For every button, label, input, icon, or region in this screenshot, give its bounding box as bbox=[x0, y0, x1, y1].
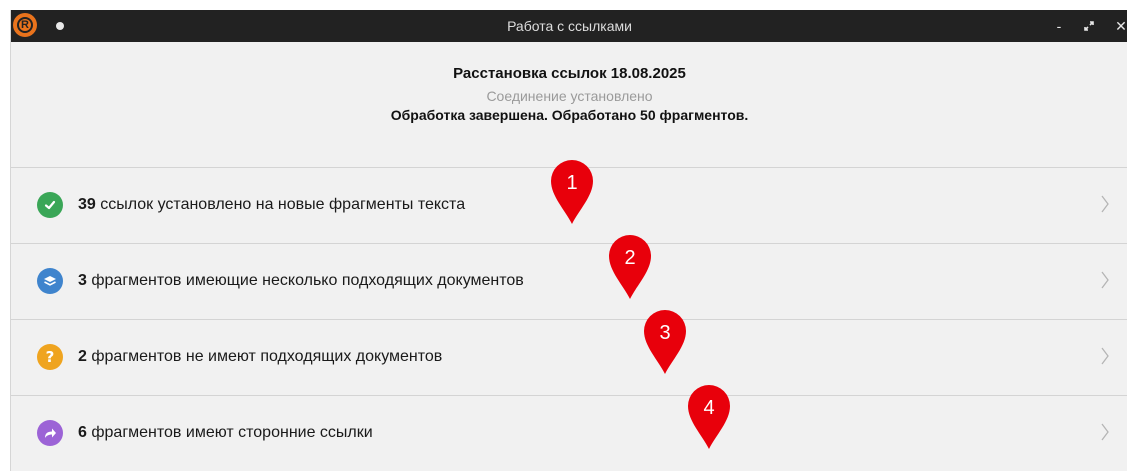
chevron-right-icon bbox=[1101, 347, 1109, 365]
annotation-marker-4: 4 bbox=[688, 385, 730, 449]
task-title: Расстановка ссылок 18.08.2025 bbox=[453, 65, 686, 82]
restore-button[interactable] bbox=[1079, 10, 1099, 42]
chevron-right-icon bbox=[1101, 423, 1109, 441]
share-arrow-icon bbox=[37, 420, 63, 446]
list-item-multiple-docs[interactable]: 3 фрагментов имеющие несколько подходящи… bbox=[11, 244, 1127, 320]
question-icon: ? bbox=[37, 344, 63, 370]
list-item-label: 2 фрагментов не имеют подходящих докумен… bbox=[78, 348, 443, 365]
restore-icon bbox=[1084, 21, 1094, 31]
annotation-marker-3: 3 bbox=[644, 310, 686, 374]
check-icon bbox=[37, 192, 63, 218]
window-title: Работа с ссылками bbox=[507, 18, 632, 34]
connection-status: Соединение установлено bbox=[486, 88, 653, 104]
processing-result: Обработка завершена. Обработано 50 фрагм… bbox=[390, 107, 749, 123]
links-window: R Работа с ссылками - ✕ Расстановка ссыл… bbox=[10, 10, 1127, 471]
svg-text:4: 4 bbox=[703, 397, 714, 419]
list-item-label: 3 фрагментов имеющие несколько подходящи… bbox=[78, 272, 524, 289]
chevron-right-icon bbox=[1101, 195, 1109, 213]
close-button[interactable]: ✕ bbox=[1111, 10, 1127, 42]
minimize-button[interactable]: - bbox=[1049, 10, 1069, 42]
layers-icon bbox=[37, 268, 63, 294]
list-item-label: 6 фрагментов имеют сторонние ссылки bbox=[78, 424, 373, 441]
svg-text:3: 3 bbox=[659, 322, 670, 344]
list-item-label: 39 ссылок установлено на новые фрагменты… bbox=[78, 196, 466, 213]
svg-text:1: 1 bbox=[566, 172, 577, 194]
annotation-marker-1: 1 bbox=[551, 160, 593, 224]
status-header: Расстановка ссылок 18.08.2025 Соединение… bbox=[11, 42, 1127, 167]
annotation-marker-2: 2 bbox=[609, 235, 651, 299]
list-item-no-docs[interactable]: ? 2 фрагментов не имеют подходящих докум… bbox=[11, 320, 1127, 396]
svg-text:2: 2 bbox=[624, 247, 635, 269]
chevron-right-icon bbox=[1101, 271, 1109, 289]
title-bar: R Работа с ссылками - ✕ bbox=[11, 10, 1127, 42]
list-item-external-links[interactable]: 6 фрагментов имеют сторонние ссылки bbox=[11, 396, 1127, 471]
